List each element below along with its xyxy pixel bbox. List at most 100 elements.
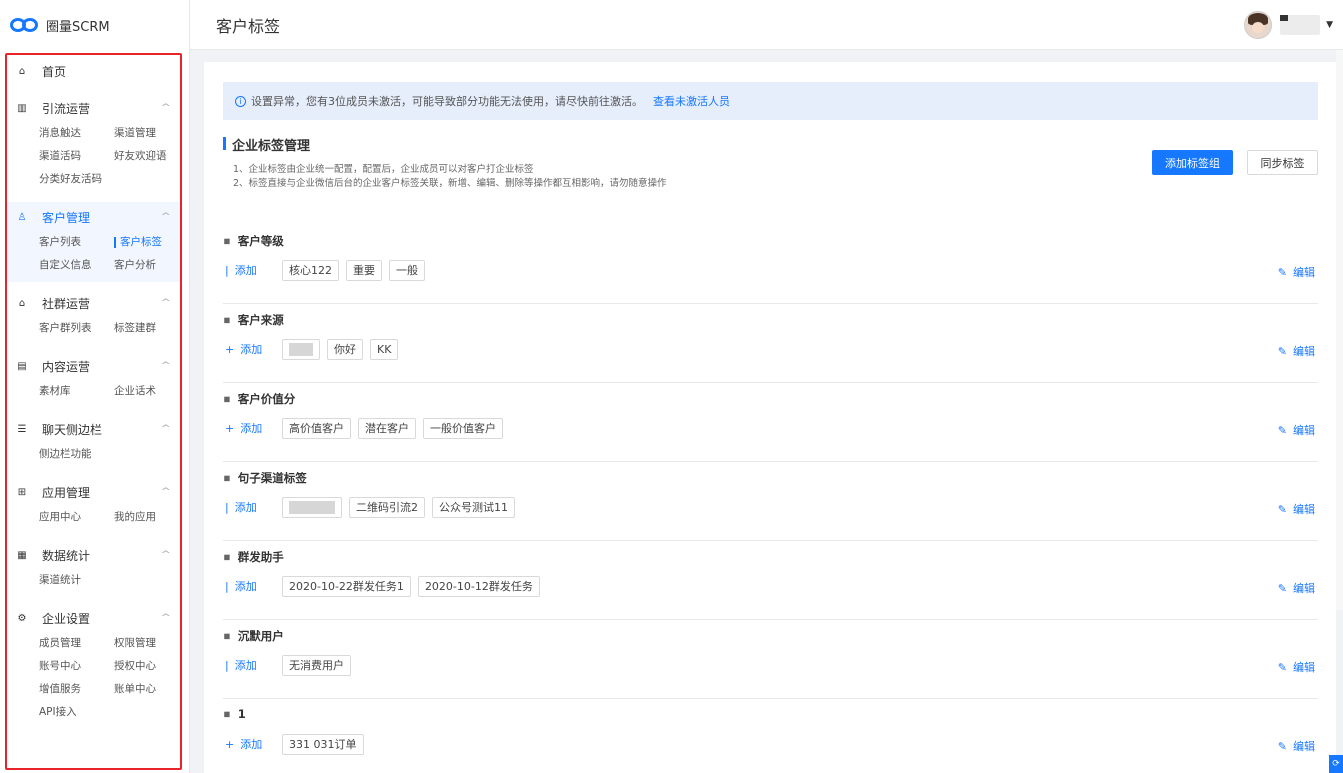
tag-chip[interactable]: KK	[370, 338, 399, 360]
pencil-icon: ✎	[1277, 581, 1287, 595]
sidebar-group-header[interactable]: ♙ 客户管理 ^	[7, 202, 180, 232]
add-tag-button[interactable]: + 添加	[223, 420, 282, 436]
redacted-tag-text	[289, 342, 313, 356]
pencil-icon: ✎	[1277, 739, 1287, 753]
tag-chip[interactable]: 无消费用户	[282, 654, 351, 676]
sidebar-item-home[interactable]: ⌂ 首页	[7, 55, 180, 87]
sync-tags-button[interactable]: 同步标签	[1247, 150, 1318, 175]
sidebar-subitem[interactable]: 增值服务	[39, 679, 114, 700]
plus-icon: |	[225, 658, 229, 672]
sidebar-subitem[interactable]: 渠道统计	[39, 570, 114, 591]
add-tag-button[interactable]: + 添加	[223, 341, 282, 357]
sidebar-subitem[interactable]: 权限管理	[114, 633, 180, 654]
tag-chip[interactable]: 2020-10-12群发任务	[417, 575, 540, 597]
chevron-up-icon[interactable]: ^	[161, 424, 172, 434]
tag-group-name: 客户来源	[237, 313, 284, 327]
sidebar-subitem[interactable]: 素材库	[39, 381, 114, 402]
edit-tag-group-button[interactable]: ✎ 编辑	[1278, 264, 1315, 280]
chevron-up-icon[interactable]: ^	[161, 613, 172, 623]
edit-tag-group-button[interactable]: ✎ 编辑	[1278, 501, 1315, 517]
tag-chip[interactable]: 331 031订单	[282, 733, 364, 755]
sidebar-group-header[interactable]: ▥ 引流运营 ^	[7, 93, 180, 123]
edit-tag-group-button[interactable]: ✎ 编辑	[1278, 738, 1315, 754]
help-float-icon[interactable]: ⟳	[1329, 755, 1343, 773]
sidebar-subitem[interactable]: 客户标签	[114, 232, 180, 253]
edit-tag-group-button[interactable]: ✎ 编辑	[1278, 659, 1315, 675]
chevron-up-icon[interactable]: ^	[161, 298, 172, 308]
user-menu[interactable]: ▼	[1244, 10, 1333, 39]
sidebar-subitem[interactable]: 客户群列表	[39, 318, 114, 339]
info-icon: i	[235, 95, 246, 107]
tag-chip[interactable]: 一般价值客户	[423, 417, 503, 439]
section-description: 1、企业标签由企业统一配置，配置后，企业成员可以对客户打企业标签 2、标签直接与…	[233, 163, 667, 191]
tag-icon: ◆	[220, 392, 234, 406]
sidebar-submenu: 素材库 企业话术	[7, 381, 180, 402]
sidebar-subitem[interactable]: 企业话术	[114, 381, 180, 402]
sidebar-group-header[interactable]: ▦ 数据统计 ^	[7, 540, 180, 570]
chevron-up-icon[interactable]: ^	[161, 487, 172, 497]
tag-group: ◆ 1 + 添加 331 031订单 ✎ 编辑	[220, 699, 1318, 773]
edit-tag-group-button[interactable]: ✎ 编辑	[1278, 343, 1315, 359]
sidebar-subitem[interactable]: 自定义信息	[39, 255, 114, 276]
avatar[interactable]	[1244, 10, 1273, 39]
add-tag-group-button[interactable]: 添加标签组	[1152, 150, 1233, 175]
add-tag-button[interactable]: | 添加	[223, 578, 282, 594]
sidebar-subitem[interactable]: API接入	[39, 702, 114, 723]
sidebar-subitem[interactable]: 授权中心	[114, 656, 180, 677]
tag-chip[interactable]: 一般	[389, 259, 425, 281]
tag-chip[interactable]: 核心122	[282, 259, 339, 281]
tag-chip[interactable]	[282, 338, 320, 360]
add-tag-button[interactable]: | 添加	[223, 262, 282, 278]
sidebar-subitem[interactable]: 渠道管理	[114, 123, 180, 144]
tag-chip[interactable]: 潜在客户	[358, 417, 416, 439]
sidebar-subitem[interactable]: 好友欢迎语	[114, 146, 180, 167]
sidebar-subitem[interactable]: 账单中心	[114, 679, 180, 700]
tag-group-title: ◆ 客户价值分	[220, 391, 295, 407]
sidebar-group-header[interactable]: ⊞ 应用管理 ^	[7, 477, 180, 507]
sidebar-group-header[interactable]: ▤ 内容运营 ^	[7, 351, 180, 381]
chevron-up-icon[interactable]: ^	[161, 103, 172, 113]
chevron-up-icon[interactable]: ^	[161, 212, 172, 222]
brand-name: 圈量SCRM	[46, 19, 110, 35]
tag-chip[interactable]: 你好	[327, 338, 363, 360]
tag-chip[interactable]: 2020-10-22群发任务1	[282, 575, 411, 597]
sidebar-subitem[interactable]: 客户列表	[39, 232, 114, 253]
tag-chip[interactable]: 重要	[346, 259, 382, 281]
sidebar-subitem[interactable]: 侧边栏功能	[39, 444, 114, 465]
sidebar-group-header[interactable]: ⚙ 企业设置 ^	[7, 603, 180, 633]
sidebar-subitem[interactable]: 我的应用	[114, 507, 180, 528]
sidebar-subitem[interactable]: 客户分析	[114, 255, 180, 276]
sidebar-group-header[interactable]: ☰ 聊天侧边栏 ^	[7, 414, 180, 444]
chevron-up-icon[interactable]: ^	[161, 361, 172, 371]
chevron-up-icon[interactable]: ^	[161, 550, 172, 560]
sidebar-subitem[interactable]: 标签建群	[114, 318, 180, 339]
sidebar-group: ⚙ 企业设置 ^ 成员管理 权限管理 账号中心 授权中心 增值服务 账单中心 API接入	[7, 603, 180, 729]
sidebar-subitem[interactable]: 成员管理	[39, 633, 114, 654]
tag-group-name: 1	[237, 707, 246, 721]
edit-label: 编辑	[1293, 740, 1315, 753]
sidebar-subitem[interactable]: 账号中心	[39, 656, 114, 677]
view-inactive-members-link[interactable]: 查看未激活人员	[653, 93, 730, 109]
edit-tag-group-button[interactable]: ✎ 编辑	[1278, 422, 1315, 438]
edit-tag-group-button[interactable]: ✎ 编辑	[1278, 580, 1315, 596]
page-scrollbar[interactable]	[1336, 50, 1343, 610]
tag-chip[interactable]: 公众号测试11	[432, 496, 515, 518]
add-tag-button[interactable]: | 添加	[223, 657, 282, 673]
caret-down-icon[interactable]: ▼	[1326, 20, 1333, 30]
sidebar-subitem[interactable]: 应用中心	[39, 507, 114, 528]
tag-group: ◆ 客户价值分 + 添加 高价值客户 潜在客户 一般价值客户 ✎ 编辑	[220, 383, 1318, 462]
tag-row: + 添加 331 031订单	[223, 733, 371, 755]
top-header: 客户标签 ▼	[190, 0, 1343, 50]
logo[interactable]: 圈量SCRM	[0, 0, 189, 50]
sidebar-subitem[interactable]: 分类好友活码	[39, 169, 114, 190]
tag-chip[interactable]: 高价值客户	[282, 417, 351, 439]
sidebar-subitem[interactable]: 渠道活码	[39, 146, 114, 167]
tag-chip[interactable]	[282, 496, 342, 518]
sidebar-group-header[interactable]: ⌂ 社群运营 ^	[7, 288, 180, 318]
add-tag-button[interactable]: | 添加	[223, 499, 282, 515]
edit-label: 编辑	[1293, 503, 1315, 516]
sidebar: 圈量SCRM ⌂ 首页 ▥ 引流运营 ^ 消息触达 渠道管理 渠道活码 好友欢迎语 分类好友活…	[0, 0, 190, 773]
sidebar-subitem[interactable]: 消息触达	[39, 123, 114, 144]
add-tag-button[interactable]: + 添加	[223, 736, 282, 752]
tag-chip[interactable]: 二维码引流2	[349, 496, 425, 518]
